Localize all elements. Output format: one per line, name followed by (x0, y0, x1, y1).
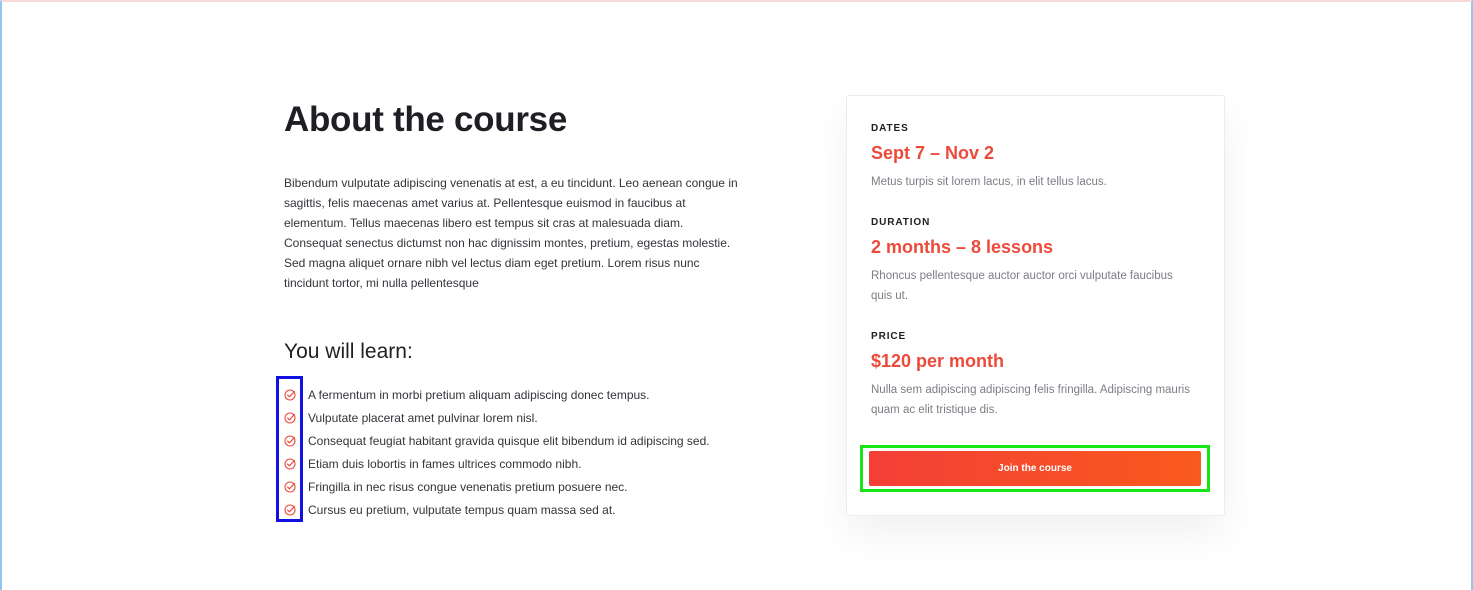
learn-title: You will learn: (284, 340, 413, 363)
learn-item: Vulputate placerat amet pulvinar lorem n… (284, 406, 744, 429)
price-description: Nulla sem adipiscing adipiscing felis fr… (871, 384, 1190, 416)
learn-item-text: Consequat feugiat habitant gravida quisq… (308, 433, 710, 448)
price-section: PRICE $120 per month Nulla sem adipiscin… (871, 330, 1200, 420)
learn-item-text: A fermentum in morbi pretium aliquam adi… (308, 387, 650, 402)
duration-description: Rhoncus pellentesque auctor auctor orci … (871, 270, 1173, 302)
dates-label: DATES (871, 123, 909, 134)
learn-list: A fermentum in morbi pretium aliquam adi… (276, 376, 744, 522)
learn-item-text: Cursus eu pretium, vulputate tempus quam… (308, 502, 616, 517)
duration-label: DURATION (871, 217, 931, 228)
learn-item-text: Etiam duis lobortis in fames ultrices co… (308, 456, 582, 471)
course-info-card: DATES Sept 7 – Nov 2 Metus turpis sit lo… (846, 95, 1225, 516)
price-value: $120 per month (871, 351, 1005, 371)
price-label: PRICE (871, 331, 907, 342)
duration-section: DURATION 2 months – 8 lessons Rhoncus pe… (871, 216, 1200, 306)
dates-value: Sept 7 – Nov 2 (871, 143, 995, 163)
join-course-button[interactable]: Join the course (869, 451, 1201, 486)
duration-value: 2 months – 8 lessons (871, 237, 1054, 257)
icon-column-highlight (276, 376, 303, 522)
about-section: About the course Bibendum vulputate adip… (276, 100, 744, 522)
join-button-highlight: Join the course (860, 445, 1210, 492)
about-title: About the course (284, 100, 567, 139)
about-description: Bibendum vulputate adipiscing venenatis … (284, 176, 738, 290)
learn-item: Consequat feugiat habitant gravida quisq… (284, 429, 744, 452)
dates-section: DATES Sept 7 – Nov 2 Metus turpis sit lo… (871, 122, 1200, 192)
learn-item: Fringilla in nec risus congue venenatis … (284, 475, 744, 498)
learn-item: A fermentum in morbi pretium aliquam adi… (284, 383, 744, 406)
learn-item: Etiam duis lobortis in fames ultrices co… (284, 452, 744, 475)
learn-item: Cursus eu pretium, vulputate tempus quam… (284, 498, 744, 521)
learn-item-text: Vulputate placerat amet pulvinar lorem n… (308, 410, 538, 425)
dates-description: Metus turpis sit lorem lacus, in elit te… (871, 176, 1107, 188)
learn-item-text: Fringilla in nec risus congue venenatis … (308, 479, 628, 494)
